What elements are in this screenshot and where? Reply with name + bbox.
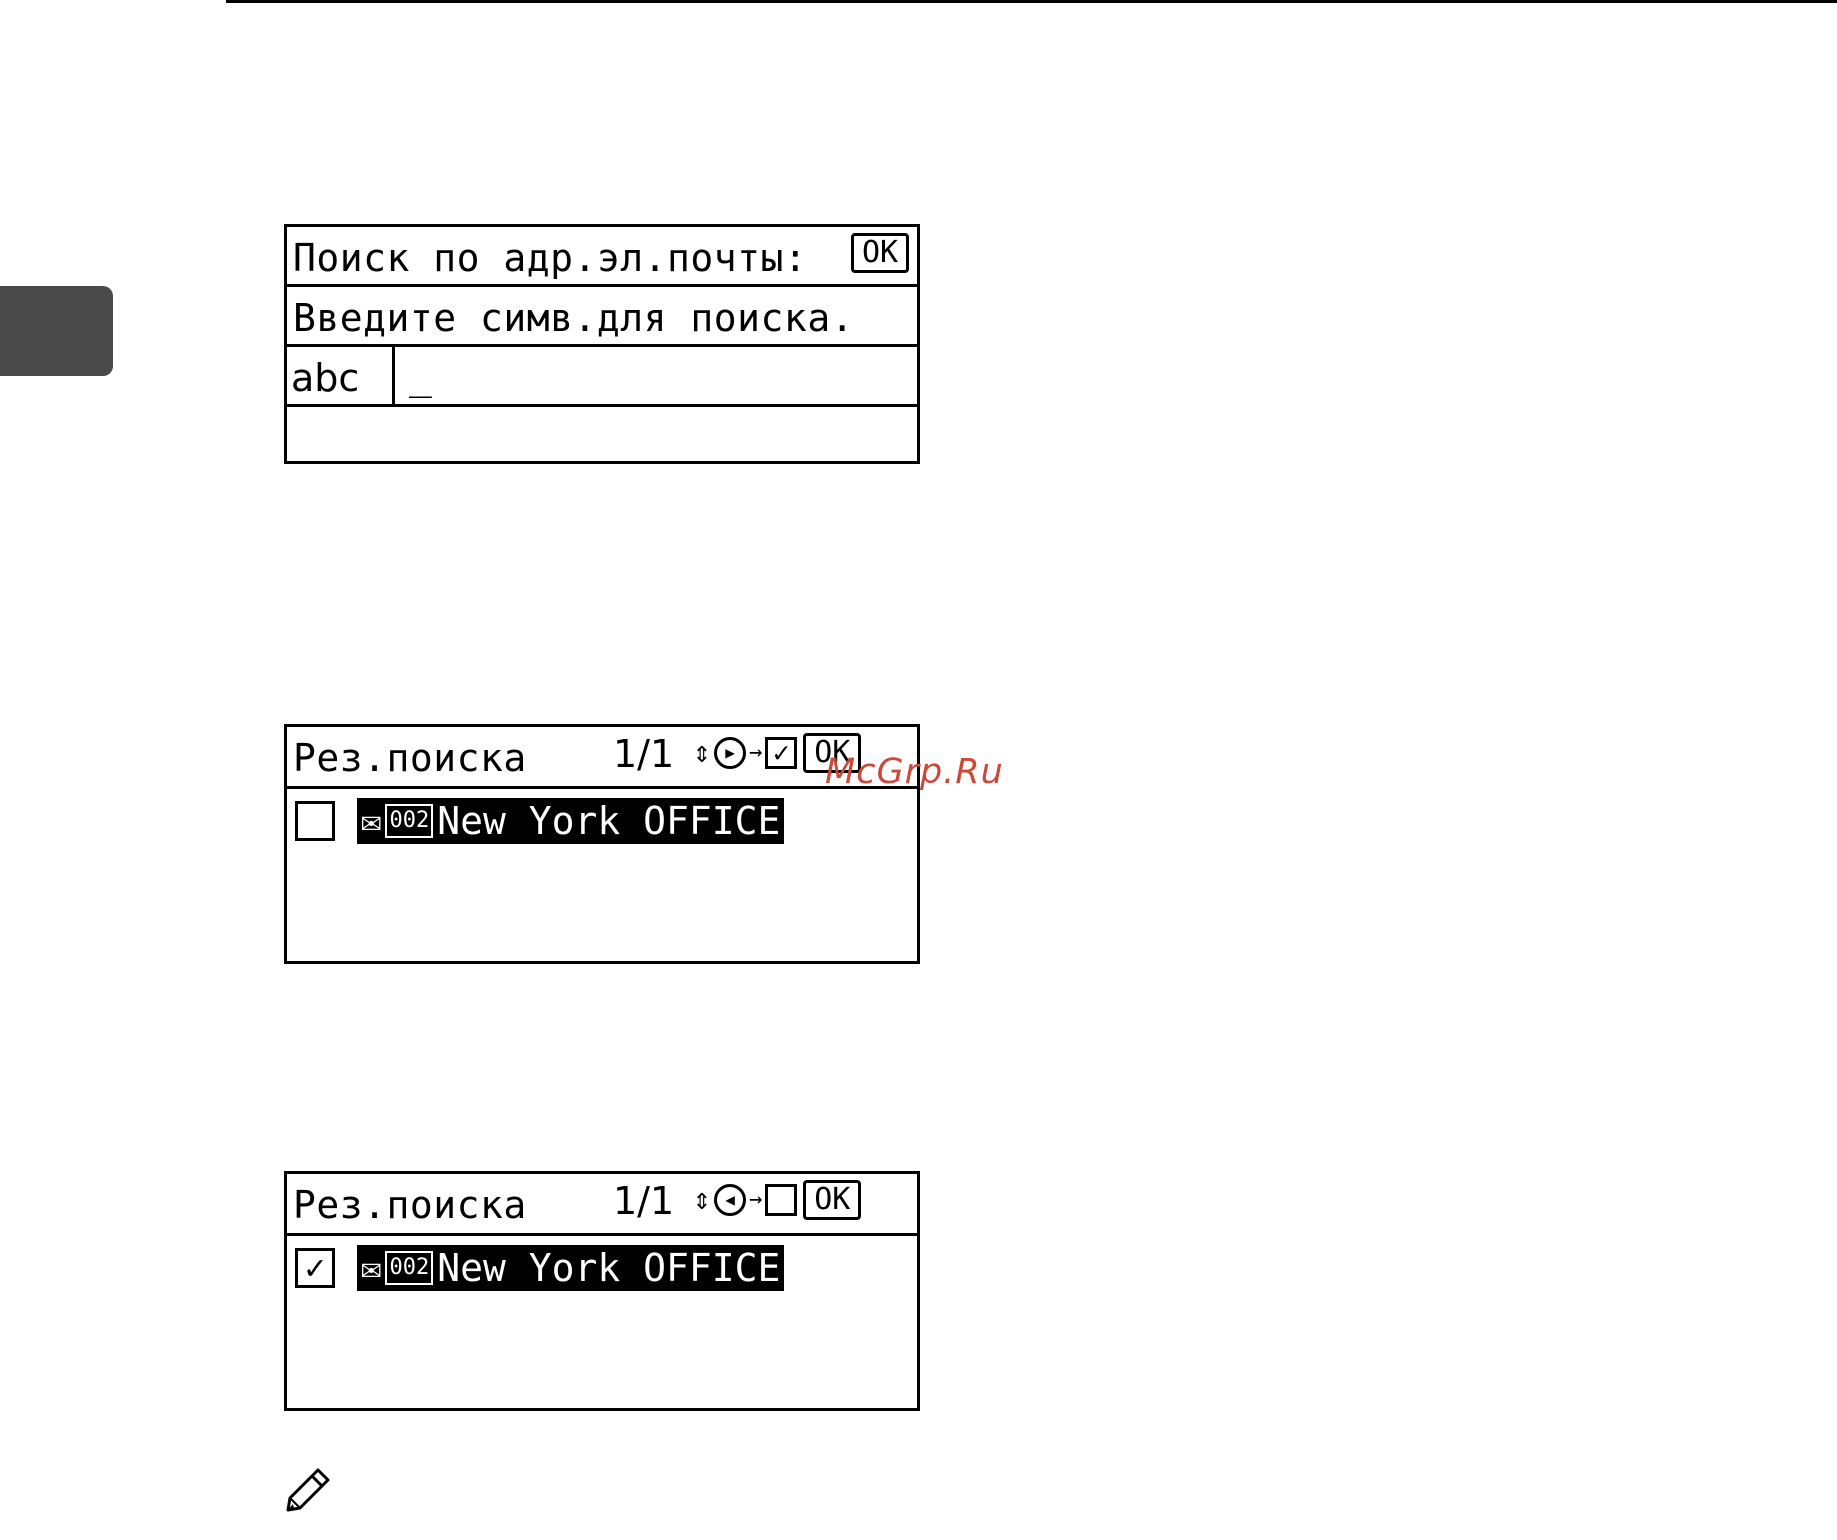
checked-checkbox[interactable]: ✓ (295, 1248, 335, 1288)
prompt-row: Введите симв.для поиска. (287, 287, 917, 347)
result-list-item[interactable]: ✉ 002 New York OFFICE (295, 797, 785, 845)
page-indicator: 1/1 (613, 1179, 675, 1223)
search-input-row[interactable]: abc _ (287, 347, 917, 407)
entry-name: New York OFFICE (437, 1246, 781, 1290)
entry-number: 002 (385, 804, 434, 838)
screen-title: Рез.поиска (293, 736, 527, 780)
highlighted-entry[interactable]: ✉ 002 New York OFFICE (357, 798, 785, 844)
lcd-email-search-screen: Поиск по адр.эл.почты: OK Введите симв.д… (284, 224, 920, 464)
right-arrow-icon: → (749, 740, 763, 765)
screen-title: Рез.поиска (293, 1183, 527, 1227)
screen-header: Рез.поиска 1/1 ⇕ ▶ → ✓ OK (287, 727, 917, 789)
screen-title: Поиск по адр.эл.почты: (293, 236, 808, 280)
page-top-rule (226, 0, 1837, 3)
unchecked-checkbox[interactable] (295, 801, 335, 841)
search-prompt: Введите симв.для поиска. (293, 296, 855, 340)
input-mode-label: abc (291, 356, 360, 400)
empty-box-icon (765, 1184, 798, 1216)
screen-header: Рез.поиска 1/1 ⇕ ◀ → OK (287, 1174, 917, 1236)
nav-icons: ⇕ ◀ → OK (693, 1178, 862, 1222)
text-cursor: _ (409, 354, 432, 398)
ok-button[interactable]: OK (803, 1180, 862, 1220)
empty-row (287, 407, 917, 461)
entry-number: 002 (385, 1251, 434, 1285)
lcd-search-result-screen-checked: Рез.поиска 1/1 ⇕ ◀ → OK ✓ ✉ 002 New York… (284, 1171, 920, 1411)
up-down-arrow-icon: ⇕ (693, 1182, 712, 1217)
page-indicator: 1/1 (613, 732, 675, 776)
chapter-side-tab (0, 286, 113, 376)
input-mode-cell: abc (287, 347, 395, 404)
right-arrow-icon: → (749, 1187, 763, 1212)
screen-header: Поиск по адр.эл.почты: OK (287, 227, 917, 287)
email-icon: ✉ (361, 801, 382, 841)
left-circle-arrow-icon[interactable]: ◀ (714, 1184, 747, 1216)
ok-button[interactable]: OK (851, 233, 909, 273)
up-down-arrow-icon: ⇕ (693, 735, 712, 770)
result-list-item[interactable]: ✓ ✉ 002 New York OFFICE (295, 1244, 785, 1292)
email-icon: ✉ (361, 1248, 382, 1288)
pencil-icon (286, 1468, 330, 1512)
entry-name: New York OFFICE (437, 799, 781, 843)
highlighted-entry[interactable]: ✉ 002 New York OFFICE (357, 1245, 785, 1291)
right-circle-arrow-icon[interactable]: ▶ (714, 737, 747, 769)
checked-box-icon: ✓ (765, 737, 798, 769)
watermark-text: McGrp.Ru (825, 752, 1004, 792)
